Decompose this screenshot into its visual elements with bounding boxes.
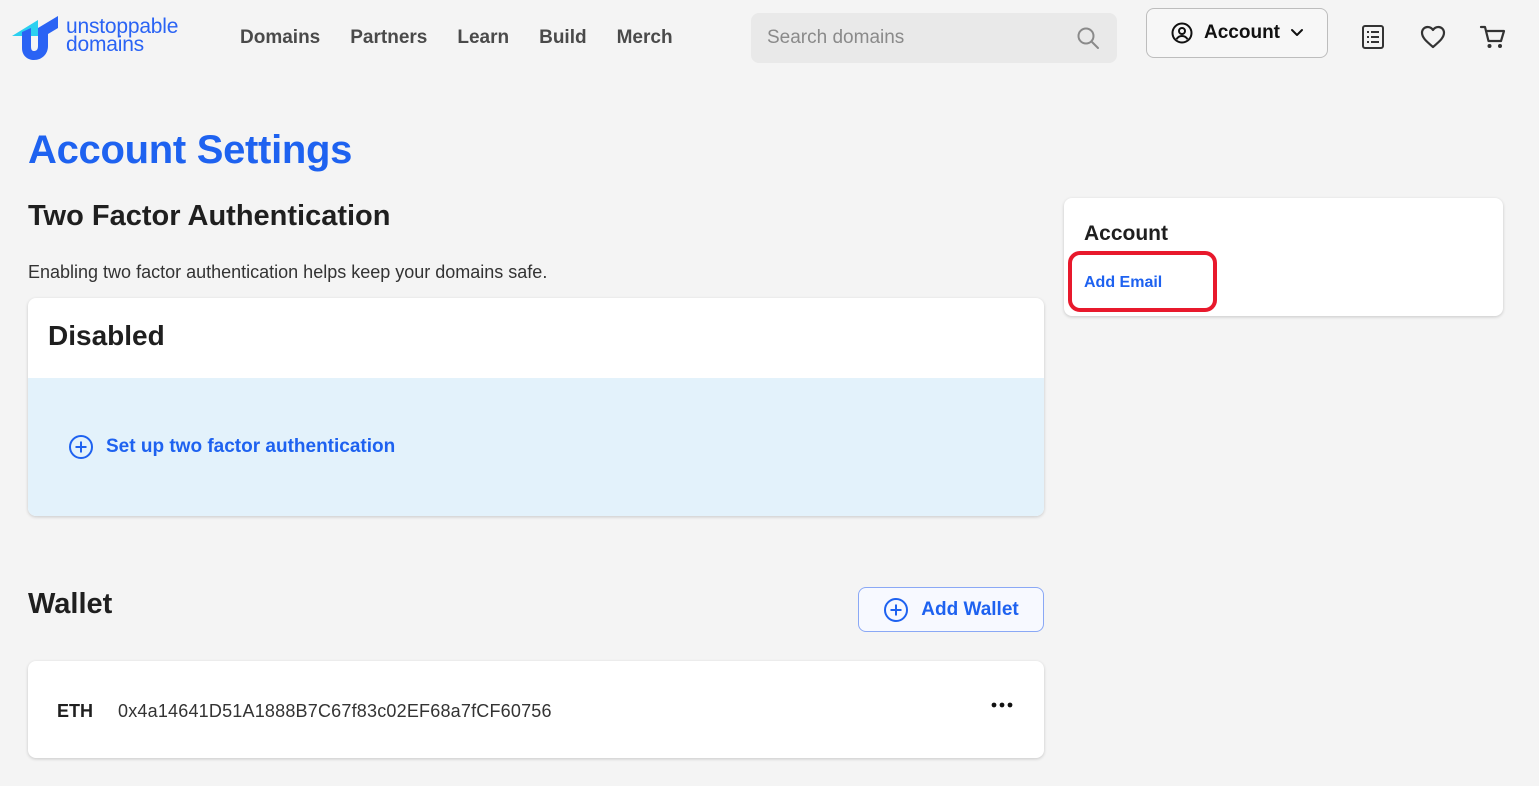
add-circle-icon <box>69 435 93 459</box>
add-email-link[interactable]: Add Email <box>1084 274 1162 292</box>
top-header: unstoppable domains Domains Partners Lea… <box>0 0 1539 80</box>
add-wallet-label: Add Wallet <box>921 598 1019 620</box>
add-wallet-button[interactable]: Add Wallet <box>858 587 1044 632</box>
main-nav: Domains Partners Learn Build Merch <box>240 27 703 49</box>
search-icon[interactable] <box>1075 25 1101 51</box>
wallet-title: Wallet <box>28 588 113 620</box>
account-menu-label: Account <box>1204 22 1280 43</box>
nav-item-partners[interactable]: Partners <box>350 27 427 49</box>
heart-icon[interactable] <box>1418 22 1448 52</box>
page-title: Account Settings <box>28 128 353 172</box>
search-bar <box>751 13 1117 63</box>
setup-two-factor-label: Set up two factor authentication <box>106 436 396 457</box>
logo-mark-icon <box>12 16 58 60</box>
brand-logo[interactable]: unstoppable domains <box>8 14 213 64</box>
two-factor-card: Disabled Set up two factor authenticatio… <box>28 298 1044 516</box>
two-factor-description: Enabling two factor authentication helps… <box>28 262 548 282</box>
nav-item-learn[interactable]: Learn <box>457 27 509 49</box>
two-factor-status: Disabled <box>48 320 165 351</box>
setup-two-factor-button[interactable]: Set up two factor authentication <box>68 434 395 460</box>
account-circle-icon <box>1171 22 1193 44</box>
wallet-chain: ETH <box>57 701 93 721</box>
wallet-entry-card: ETH 0x4a14641D51A1888B7C67f83c02EF68a7fC… <box>28 661 1044 758</box>
account-sidebar-card: Account Add Email <box>1064 198 1503 316</box>
orders-list-icon[interactable] <box>1358 22 1388 52</box>
nav-item-build[interactable]: Build <box>539 27 587 49</box>
more-options-icon[interactable] <box>990 695 1014 715</box>
brand-name: unstoppable domains <box>66 16 178 56</box>
sidebar-title: Account <box>1084 222 1168 245</box>
nav-item-domains[interactable]: Domains <box>240 27 320 49</box>
two-factor-setup-panel: Set up two factor authentication <box>28 378 1044 516</box>
cart-icon[interactable] <box>1478 22 1508 52</box>
brand-line-2: domains <box>66 33 144 56</box>
two-factor-title: Two Factor Authentication <box>28 200 391 232</box>
search-input[interactable] <box>767 27 1075 49</box>
add-circle-icon <box>884 597 909 622</box>
nav-item-merch[interactable]: Merch <box>617 27 673 49</box>
account-menu-button[interactable]: Account <box>1146 8 1328 58</box>
chevron-down-icon <box>1291 29 1303 36</box>
wallet-address: 0x4a14641D51A1888B7C67f83c02EF68a7fCF607… <box>118 701 552 721</box>
